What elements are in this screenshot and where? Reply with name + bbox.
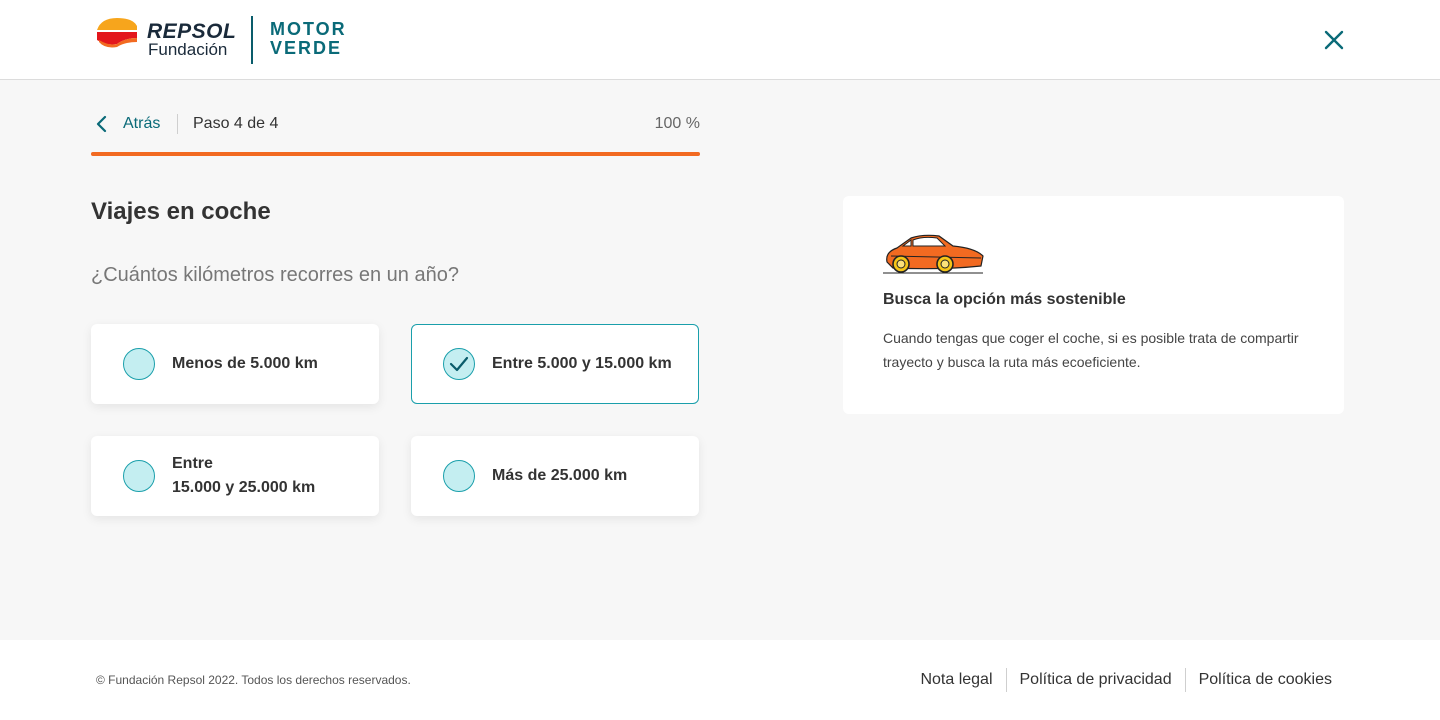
repsol-logo-icon bbox=[97, 18, 137, 48]
option-label-line1: Entre bbox=[172, 455, 213, 472]
checkmark-icon bbox=[449, 356, 469, 372]
progress-bar bbox=[91, 152, 700, 156]
progress-percent: 100 % bbox=[654, 115, 700, 132]
option-less-5000[interactable]: Menos de 5.000 km bbox=[91, 324, 379, 404]
brand-subtitle: Fundación bbox=[148, 40, 228, 59]
option-label: Más de 25.000 km bbox=[492, 467, 628, 484]
option-more-25000[interactable]: Más de 25.000 km bbox=[411, 436, 699, 516]
tip-title: Busca la opción más sostenible bbox=[883, 291, 1126, 308]
car-icon bbox=[883, 234, 984, 274]
option-label: Entre 5.000 y 15.000 km bbox=[492, 355, 672, 372]
option-label: Entre 15.000 y 25.000 km bbox=[172, 452, 315, 500]
question-text: ¿Cuántos kilómetros recorres en un año? bbox=[91, 264, 459, 286]
progress-bar-fill bbox=[91, 152, 700, 156]
logo-divider bbox=[251, 16, 253, 64]
option-15000-25000[interactable]: Entre 15.000 y 25.000 km bbox=[91, 436, 379, 516]
radio-button-checked[interactable] bbox=[443, 348, 475, 380]
program-name: MOTOR VERDE bbox=[270, 20, 347, 58]
program-name-line2: VERDE bbox=[270, 38, 343, 58]
step-indicator: Paso 4 de 4 bbox=[193, 115, 279, 132]
tip-card: Busca la opción más sostenible Cuando te… bbox=[843, 196, 1344, 414]
copyright: © Fundación Repsol 2022. Todos los derec… bbox=[96, 673, 411, 687]
footer-links: Nota legal Política de privacidad Políti… bbox=[920, 668, 1332, 692]
radio-button[interactable] bbox=[123, 348, 155, 380]
tip-text: Cuando tengas que coger el coche, si es … bbox=[883, 330, 1299, 370]
link-privacy-policy[interactable]: Política de privacidad bbox=[1020, 671, 1172, 689]
section-title: Viajes en coche bbox=[91, 198, 271, 225]
back-button[interactable]: Atrás bbox=[91, 110, 160, 138]
close-button[interactable] bbox=[1320, 26, 1348, 54]
link-divider bbox=[1005, 668, 1007, 692]
radio-button[interactable] bbox=[123, 460, 155, 492]
footer: © Fundación Repsol 2022. Todos los derec… bbox=[0, 640, 1440, 720]
back-label: Atrás bbox=[123, 115, 161, 132]
option-label-line2: 15.000 y 25.000 km bbox=[172, 479, 316, 496]
link-divider bbox=[1184, 668, 1186, 692]
chevron-left-icon bbox=[96, 115, 107, 133]
stepper: Atrás Paso 4 de 4 100 % bbox=[91, 110, 700, 138]
link-legal-notice[interactable]: Nota legal bbox=[920, 671, 992, 689]
program-name-line1: MOTOR bbox=[270, 19, 347, 39]
close-icon bbox=[1324, 30, 1344, 50]
radio-button[interactable] bbox=[443, 460, 475, 492]
option-label: Menos de 5.000 km bbox=[172, 355, 318, 372]
step-divider bbox=[177, 114, 178, 134]
option-5000-15000[interactable]: Entre 5.000 y 15.000 km bbox=[411, 324, 699, 404]
link-cookie-policy[interactable]: Política de cookies bbox=[1199, 671, 1332, 689]
header: REPSOL Fundación MOTOR VERDE bbox=[0, 0, 1440, 80]
